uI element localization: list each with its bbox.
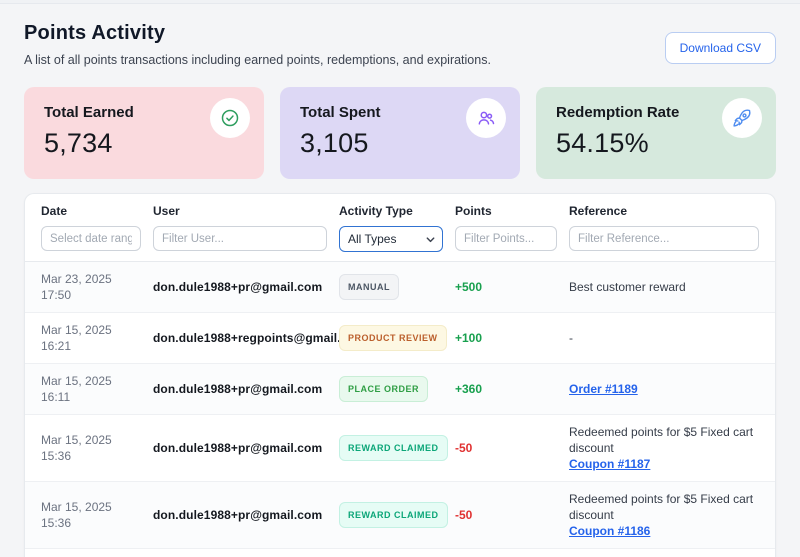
row-user: don.dule1988+pr@gmail.com — [153, 262, 339, 313]
points-activity-table: Date User Activity Type All Types — [25, 194, 775, 557]
row-date: Mar 15, 2025 16:11 — [25, 364, 153, 415]
row-user: don.dule1988+regpoints@gmail.com — [153, 313, 339, 364]
table-row: Mar 15, 2025 15:36don.dule1988+pr@gmail.… — [25, 482, 775, 549]
column-label-user: User — [153, 204, 327, 218]
column-label-reference: Reference — [569, 204, 759, 218]
user-filter-input[interactable] — [153, 226, 327, 251]
reference-filter-input[interactable] — [569, 226, 759, 251]
activity-type-badge: PRODUCT REVIEW — [339, 325, 447, 351]
row-reference: Best customer reward — [569, 262, 775, 313]
reference-link[interactable]: Coupon #1187 — [569, 457, 650, 471]
stat-card-redemption-rate: Redemption Rate 54.15% — [536, 87, 776, 179]
row-points: +100 — [455, 313, 569, 364]
row-reference: Redeemed points for $5 Fixed cart discou… — [569, 415, 775, 482]
column-label-points: Points — [455, 204, 557, 218]
stats-row: Total Earned 5,734 Total Spent 3,105 Red… — [0, 67, 800, 193]
row-points: +500 — [455, 262, 569, 313]
table-row: Mar 15, 2025 15:36don.dule1988+pr@gmail.… — [25, 415, 775, 482]
row-date: Mar 15, 2025 15:36 — [25, 415, 153, 482]
table-body: Mar 23, 2025 17:50don.dule1988+pr@gmail.… — [25, 262, 775, 557]
stat-card-total-earned: Total Earned 5,734 — [24, 87, 264, 179]
stat-value: 54.15% — [556, 128, 756, 159]
row-reference: Order #1189 — [569, 364, 775, 415]
row-activity-type: REWARD CLAIMED — [339, 415, 455, 482]
table-row: Mar 15, 2025 16:11don.dule1988+pr@gmail.… — [25, 364, 775, 415]
column-reference: Reference — [569, 194, 775, 262]
row-points: -50 — [455, 415, 569, 482]
date-range-input[interactable] — [41, 226, 141, 251]
row-activity-type: PRODUCT REVIEW — [339, 313, 455, 364]
activity-type-badge: MANUAL — [339, 274, 399, 300]
check-circle-icon — [210, 98, 250, 138]
reference-link[interactable]: Order #1189 — [569, 382, 638, 396]
column-points: Points — [455, 194, 569, 262]
column-label-date: Date — [41, 204, 141, 218]
row-points: +360 — [455, 364, 569, 415]
reference-text: - — [569, 330, 763, 346]
row-date: Mar 15, 2025 15:36 — [25, 482, 153, 549]
row-reference: Redeemed points for $5 Fixed cart discou… — [569, 482, 775, 549]
points-filter-input[interactable] — [455, 226, 557, 251]
row-points: -50 — [455, 549, 569, 557]
table-row: Mar 15, 2025 15:36don.dule1988+pr@gmail.… — [25, 549, 775, 557]
points-activity-table-card: Date User Activity Type All Types — [24, 193, 776, 557]
reference-text: Redeemed points for $5 Fixed cart discou… — [569, 491, 763, 523]
row-reference: Redeemed points for $5 Fixed cart discou… — [569, 549, 775, 557]
reference-text: Redeemed points for $5 Fixed cart discou… — [569, 424, 763, 456]
row-user: don.dule1988+pr@gmail.com — [153, 415, 339, 482]
page-header: Points Activity A list of all points tra… — [0, 4, 800, 67]
activity-type-badge: REWARD CLAIMED — [339, 435, 448, 461]
activity-type-badge: PLACE ORDER — [339, 376, 428, 402]
row-user: don.dule1988+pr@gmail.com — [153, 482, 339, 549]
row-activity-type: PLACE ORDER — [339, 364, 455, 415]
page-subtitle: A list of all points transactions includ… — [24, 53, 491, 67]
users-icon — [466, 98, 506, 138]
stat-card-total-spent: Total Spent 3,105 — [280, 87, 520, 179]
row-activity-type: REWARD CLAIMED — [339, 549, 455, 557]
activity-type-badge: REWARD CLAIMED — [339, 502, 448, 528]
rocket-icon — [722, 98, 762, 138]
row-date: Mar 15, 2025 16:21 — [25, 313, 153, 364]
page-title: Points Activity — [24, 22, 491, 45]
table-header-row: Date User Activity Type All Types — [25, 194, 775, 262]
download-csv-button[interactable]: Download CSV — [665, 32, 776, 64]
reference-link[interactable]: Coupon #1186 — [569, 524, 650, 538]
row-user: don.dule1988+pr@gmail.com — [153, 364, 339, 415]
row-activity-type: REWARD CLAIMED — [339, 482, 455, 549]
column-label-activity-type: Activity Type — [339, 204, 443, 218]
column-user: User — [153, 194, 339, 262]
column-activity-type: Activity Type All Types — [339, 194, 455, 262]
row-user: don.dule1988+pr@gmail.com — [153, 549, 339, 557]
row-activity-type: MANUAL — [339, 262, 455, 313]
page-header-text: Points Activity A list of all points tra… — [24, 22, 491, 67]
activity-type-select[interactable]: All Types — [339, 226, 443, 252]
stat-value: 3,105 — [300, 128, 500, 159]
stat-value: 5,734 — [44, 128, 244, 159]
activity-type-select-wrap: All Types — [339, 226, 443, 252]
row-date: Mar 23, 2025 17:50 — [25, 262, 153, 313]
table-row: Mar 15, 2025 16:21don.dule1988+regpoints… — [25, 313, 775, 364]
table-row: Mar 23, 2025 17:50don.dule1988+pr@gmail.… — [25, 262, 775, 313]
row-points: -50 — [455, 482, 569, 549]
row-reference: - — [569, 313, 775, 364]
reference-text: Best customer reward — [569, 279, 763, 295]
column-date: Date — [25, 194, 153, 262]
row-date: Mar 15, 2025 15:36 — [25, 549, 153, 557]
